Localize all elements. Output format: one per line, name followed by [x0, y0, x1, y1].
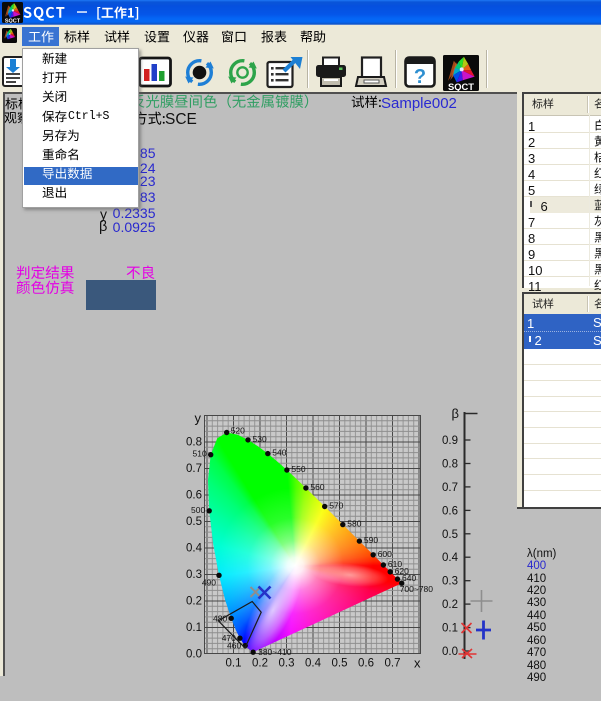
svg-text:490: 490 [202, 577, 216, 587]
svg-text:530: 530 [253, 434, 267, 444]
svg-text:SQCT: SQCT [448, 81, 474, 91]
svg-text:?: ? [414, 66, 426, 88]
svg-text:470: 470 [222, 633, 236, 643]
svg-text:0.8: 0.8 [186, 437, 202, 449]
svg-text:SQCT: SQCT [5, 18, 21, 23]
svg-text:480: 480 [213, 613, 227, 623]
svg-text:0.1: 0.1 [226, 658, 242, 670]
svg-text:y: y [195, 411, 202, 426]
svg-text:0.9: 0.9 [442, 435, 458, 447]
svg-text:0.4: 0.4 [442, 552, 459, 564]
svg-text:510: 510 [193, 449, 207, 459]
svg-text:0.4: 0.4 [186, 543, 203, 555]
svg-text:0.7: 0.7 [442, 482, 458, 494]
svg-text:0.5: 0.5 [332, 658, 348, 670]
svg-text:640: 640 [402, 573, 416, 583]
svg-text:0.5: 0.5 [442, 529, 458, 541]
svg-text:0.8: 0.8 [442, 459, 458, 471]
svg-text:0.0: 0.0 [442, 646, 458, 658]
svg-text:0.7: 0.7 [385, 658, 401, 670]
svg-text:0.1: 0.1 [442, 623, 458, 635]
svg-text:β: β [452, 406, 459, 421]
svg-text:0.2: 0.2 [186, 596, 202, 608]
svg-text:540: 540 [272, 448, 286, 458]
svg-text:0.2: 0.2 [252, 658, 268, 670]
svg-text:0.3: 0.3 [279, 658, 295, 670]
svg-text:520: 520 [231, 426, 245, 436]
svg-text:580: 580 [347, 519, 361, 529]
svg-text:0.4: 0.4 [305, 658, 322, 670]
svg-text:0.3: 0.3 [442, 576, 458, 588]
svg-text:0.6: 0.6 [442, 505, 458, 517]
svg-text:0.7: 0.7 [186, 463, 202, 475]
svg-text:0.2: 0.2 [442, 599, 458, 611]
svg-text:600: 600 [378, 549, 392, 559]
svg-text:0.3: 0.3 [186, 569, 202, 581]
svg-text:0.5: 0.5 [186, 516, 202, 528]
svg-text:0.6: 0.6 [358, 658, 374, 670]
svg-text:0.0: 0.0 [186, 649, 202, 661]
svg-text:590: 590 [364, 535, 378, 545]
svg-text:380~410: 380~410 [258, 647, 292, 657]
svg-text:500: 500 [191, 505, 205, 515]
svg-text:570: 570 [329, 501, 343, 511]
svg-text:x: x [414, 656, 421, 671]
svg-text:550: 550 [291, 464, 305, 474]
svg-text:0.1: 0.1 [186, 622, 202, 634]
svg-text:560: 560 [310, 482, 324, 492]
svg-text:0.6: 0.6 [186, 490, 202, 502]
svg-text:700~780: 700~780 [400, 584, 434, 594]
